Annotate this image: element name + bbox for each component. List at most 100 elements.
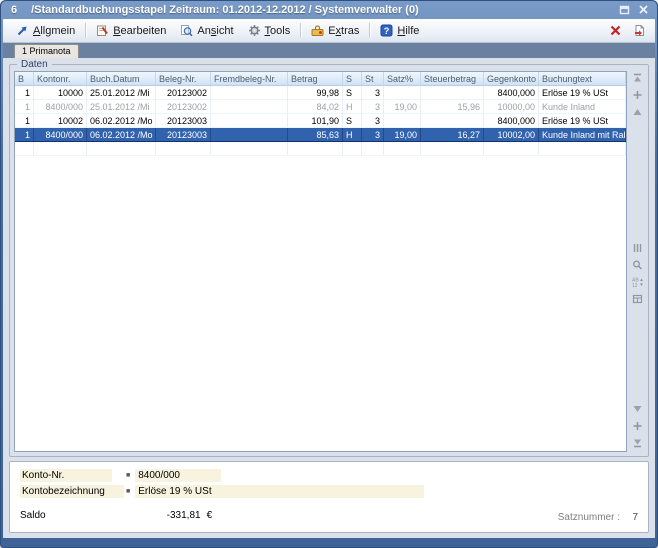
grid-cell[interactable]: 20123003	[156, 114, 211, 128]
grid-cell[interactable]: 20123002	[156, 100, 211, 114]
grid-cell[interactable]: S	[343, 114, 362, 128]
column-header-satz-[interactable]: Satz%	[384, 72, 421, 86]
sort-icon[interactable]: AB12	[632, 277, 643, 287]
grid-cell[interactable]: H	[343, 128, 362, 142]
column-header-buch-datum[interactable]: Buch.Datum	[87, 72, 156, 86]
grid-cell[interactable]	[211, 86, 288, 100]
grid-cell[interactable]: 84,02	[288, 100, 343, 114]
grid-cell[interactable]: 16,27	[421, 128, 484, 142]
booking-grid: BKontonr.Buch.DatumBeleg-Nr.Fremdbeleg-N…	[14, 71, 627, 452]
menu-label: Ansicht	[197, 25, 233, 37]
grid-cell[interactable]: Erlöse 19 % USt	[539, 86, 626, 100]
grid-cell[interactable]: 101,90	[288, 114, 343, 128]
grid-cell[interactable]: 1	[15, 86, 34, 100]
grid-row[interactable]: 11000206.02.2012 /Mo20123003 101,90S3 8400…	[15, 114, 626, 128]
groupbox-label: Daten	[17, 59, 52, 70]
column-header-gegenkonto[interactable]: Gegenkonto	[484, 72, 539, 86]
column-header-steuerbetrag[interactable]: Steuerbetrag	[421, 72, 484, 86]
grid-cell[interactable]	[421, 114, 484, 128]
menu-hilfe[interactable]: ? Hilfe	[373, 22, 426, 39]
grid-cell[interactable]: 25.01.2012 /Mi	[87, 100, 156, 114]
page-up-icon[interactable]	[632, 107, 643, 117]
grid-cell[interactable]	[384, 114, 421, 128]
grid-cell[interactable]: 85,63	[288, 128, 343, 142]
window-title: /Standardbuchungsstapel Zeitraum: 01.201…	[31, 4, 419, 16]
grid-head: BKontonr.Buch.DatumBeleg-Nr.Fremdbeleg-N…	[15, 72, 626, 86]
column-header-st[interactable]: St	[362, 72, 384, 86]
grid-cell[interactable]: 1	[15, 128, 34, 142]
column-header-fremdbeleg-nr-[interactable]: Fremdbeleg-Nr.	[211, 72, 288, 86]
grid-cell[interactable]: Erlöse 19 % USt	[539, 114, 626, 128]
column-header-betrag[interactable]: Betrag	[288, 72, 343, 86]
grid-cell[interactable]	[211, 128, 288, 142]
menu-tools[interactable]: Tools	[241, 22, 298, 39]
layout-icon[interactable]	[632, 294, 643, 304]
grid-cell[interactable]	[211, 100, 288, 114]
grid-cell[interactable]	[421, 86, 484, 100]
grid-cell[interactable]: 19,00	[384, 128, 421, 142]
grid-cell[interactable]: 10000	[34, 86, 87, 100]
menu-label: Bearbeiten	[113, 25, 166, 37]
scroll-down-icon[interactable]	[632, 421, 643, 431]
scroll-top-icon[interactable]	[632, 73, 643, 83]
grid-cell[interactable]: S	[343, 86, 362, 100]
column-header-beleg-nr-[interactable]: Beleg-Nr.	[156, 72, 211, 86]
column-header-buchungtext[interactable]: Buchungtext	[539, 72, 626, 86]
grid-cell[interactable]: 10002,00	[484, 128, 539, 142]
column-header-s[interactable]: S	[343, 72, 362, 86]
grid-row[interactable]: 18400/00025.01.2012 /Mi20123002 84,02H319…	[15, 100, 626, 114]
columns-icon[interactable]	[632, 243, 643, 253]
menu-bearbeiten[interactable]: Bearbeiten	[89, 22, 173, 39]
grid-cell[interactable]: 99,98	[288, 86, 343, 100]
grid-cell[interactable]: 19,00	[384, 100, 421, 114]
scroll-up-icon[interactable]	[632, 90, 643, 100]
grid-cell[interactable]: 25.01.2012 /Mi	[87, 86, 156, 100]
kontobezeichnung-field[interactable]: Erlöse 19 % USt	[135, 485, 424, 498]
close-window-button[interactable]	[635, 3, 651, 17]
grid-cell[interactable]: Kunde Inland mit Rabatt	[539, 128, 626, 142]
grid-row[interactable]: 18400/00006.02.2012 /Mo20123003 85,63H319…	[15, 128, 626, 142]
grid-row[interactable]: 11000025.01.2012 /Mi20123002 99,98S3 8400,…	[15, 86, 626, 100]
scroll-bottom-icon[interactable]	[632, 438, 643, 448]
saldo-label: Saldo	[20, 510, 46, 521]
menu-allgemein[interactable]: Allgmein	[9, 22, 82, 39]
grid-cell[interactable]: 8400/000	[34, 100, 87, 114]
column-header-kontonr-[interactable]: Kontonr.	[34, 72, 87, 86]
grid-cell[interactable]: 3	[362, 114, 384, 128]
grid-cell[interactable]: 20123002	[156, 86, 211, 100]
column-header-b[interactable]: B	[15, 72, 34, 86]
grid-cell[interactable]: 1	[15, 114, 34, 128]
konto-nr-field[interactable]: 8400/000	[135, 469, 221, 482]
grid-cell[interactable]: 1	[15, 100, 34, 114]
title-bar: 6 /Standardbuchungsstapel Zeitraum: 01.2…	[3, 0, 655, 19]
grid-cell[interactable]: 06.02.2012 /Mo	[87, 128, 156, 142]
cancel-button[interactable]	[607, 24, 623, 38]
grid-cell[interactable]: 8400,000	[484, 86, 539, 100]
restore-button[interactable]	[616, 3, 632, 17]
grid-cell[interactable]: 06.02.2012 /Mo	[87, 114, 156, 128]
grid-cell[interactable]: 15,96	[421, 100, 484, 114]
grid-cell[interactable]	[211, 114, 288, 128]
grid-cell[interactable]: 8400,000	[484, 114, 539, 128]
exit-button[interactable]	[631, 24, 647, 38]
grid-cell[interactable]	[384, 86, 421, 100]
grid-cell[interactable]: 8400/000	[34, 128, 87, 142]
menu-ansicht[interactable]: Ansicht	[173, 22, 240, 39]
menu-extras[interactable]: Extras	[304, 22, 366, 39]
grid-cell[interactable]: 10000,00	[484, 100, 539, 114]
grid-cell[interactable]: H	[343, 100, 362, 114]
search-icon[interactable]	[632, 260, 643, 270]
tab-primanota[interactable]: 1 Primanota	[14, 44, 79, 58]
grid-empty-cell	[15, 142, 34, 156]
extras-icon	[311, 24, 324, 37]
saldo-currency: €	[207, 510, 213, 521]
menu-label: Hilfe	[397, 25, 419, 37]
page-down-icon[interactable]	[632, 404, 643, 414]
grid-cell[interactable]: 3	[362, 100, 384, 114]
grid-cell[interactable]: 10002	[34, 114, 87, 128]
grid-cell[interactable]: 3	[362, 86, 384, 100]
grid-cell[interactable]: 3	[362, 128, 384, 142]
grid-cell[interactable]: 20123003	[156, 128, 211, 142]
window-body: Allgmein Bearbeiten Ansicht Tools	[3, 19, 655, 538]
grid-cell[interactable]: Kunde Inland	[539, 100, 626, 114]
